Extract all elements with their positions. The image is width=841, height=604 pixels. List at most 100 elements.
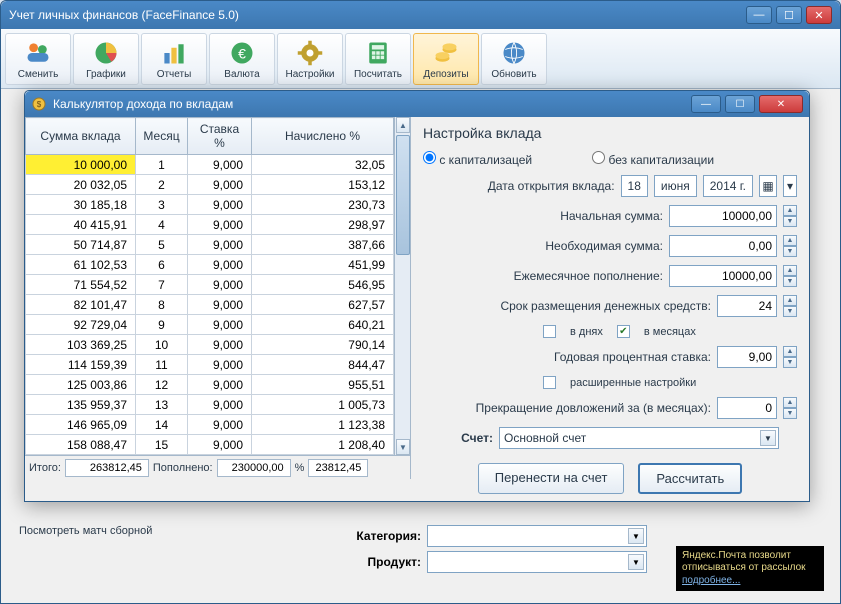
dialog-close-button[interactable]: ✕ [759,95,803,113]
cell-accrued: 640,21 [252,315,394,335]
term-input[interactable] [717,295,777,317]
main-minimize-button[interactable]: — [746,6,772,24]
annual-rate-input[interactable] [717,346,777,368]
product-select[interactable]: ▼ [427,551,647,573]
spin-up-icon[interactable]: ▲ [783,295,797,306]
table-row[interactable]: 92 729,0499,000640,21 [26,315,394,335]
table-row[interactable]: 146 965,09149,0001 123,38 [26,415,394,435]
table-row[interactable]: 158 088,47159,0001 208,40 [26,435,394,455]
calendar-icon[interactable]: ▦ [759,175,777,197]
col-rate[interactable]: Ставка % [188,118,252,155]
monthly-replenish-label: Ежемесячное пополнение: [423,269,663,283]
dialog-titlebar[interactable]: $ Калькулятор дохода по вкладам — ☐ ✕ [25,91,809,117]
scroll-down-icon[interactable]: ▼ [396,439,410,455]
dialog-maximize-button[interactable]: ☐ [725,95,755,113]
cell-rate: 9,000 [188,335,252,355]
spin-down-icon[interactable]: ▼ [783,357,797,368]
table-row[interactable]: 10 000,0019,00032,05 [26,155,394,175]
table-row[interactable]: 30 185,1839,000230,73 [26,195,394,215]
spin-up-icon[interactable]: ▲ [783,265,797,276]
toolbar-coins-button[interactable]: Депозиты [413,33,479,85]
main-maximize-button[interactable]: ☐ [776,6,802,24]
cell-month: 14 [136,415,188,435]
scroll-up-icon[interactable]: ▲ [396,117,410,133]
radio-capitalization[interactable]: с капитализацей [423,151,532,167]
toolbar-calculator-button[interactable]: Посчитать [345,33,411,85]
main-close-button[interactable]: ✕ [806,6,832,24]
spin-down-icon[interactable]: ▼ [783,246,797,257]
transfer-button[interactable]: Перенести на счет [478,463,625,494]
col-accrued[interactable]: Начислено % [252,118,394,155]
toolbar-chart-bar-button[interactable]: Отчеты [141,33,207,85]
table-row[interactable]: 61 102,5369,000451,99 [26,255,394,275]
scroll-thumb[interactable] [396,135,410,255]
required-sum-input[interactable] [669,235,777,257]
notification-tooltip[interactable]: Яндекс.Почта позволит отписываться от ра… [676,546,824,592]
toolbar-label: Настройки [285,69,334,80]
cell-accrued: 230,73 [252,195,394,215]
col-month[interactable]: Месяц [136,118,188,155]
spin-up-icon[interactable]: ▲ [783,346,797,357]
spin-up-icon[interactable]: ▲ [783,397,797,408]
table-row[interactable]: 103 369,25109,000790,14 [26,335,394,355]
chevron-down-icon: ▼ [628,554,644,570]
date-dropdown-icon[interactable]: ▾ [783,175,797,197]
cell-rate: 9,000 [188,275,252,295]
monthly-replenish-input[interactable] [669,265,777,287]
stop-replenish-input[interactable] [717,397,777,419]
radio-no-capitalization[interactable]: без капитализации [592,151,714,167]
chevron-down-icon: ▼ [760,430,776,446]
cell-sum: 82 101,47 [26,295,136,315]
table-scrollbar[interactable]: ▲ ▼ [394,117,410,455]
table-row[interactable]: 82 101,4789,000627,57 [26,295,394,315]
toolbar-chart-pie-button[interactable]: Графики [73,33,139,85]
table-row[interactable]: 71 554,5279,000546,95 [26,275,394,295]
account-select[interactable]: Основной счет ▼ [499,427,779,449]
spin-up-icon[interactable]: ▲ [783,235,797,246]
cell-accrued: 844,47 [252,355,394,375]
table-row[interactable]: 50 714,8759,000387,66 [26,235,394,255]
chart-pie-icon [92,39,120,67]
table-row[interactable]: 125 003,86129,000955,51 [26,375,394,395]
table-row[interactable]: 114 159,39119,000844,47 [26,355,394,375]
radio-nocap-input[interactable] [592,151,605,164]
cell-month: 3 [136,195,188,215]
dialog-minimize-button[interactable]: — [691,95,721,113]
spin-down-icon[interactable]: ▼ [783,306,797,317]
months-checkbox[interactable]: ✔ [617,325,630,338]
col-sum[interactable]: Сумма вклада [26,118,136,155]
cell-sum: 10 000,00 [26,155,136,175]
radio-cap-input[interactable] [423,151,436,164]
date-year[interactable]: 2014 г. [703,175,753,197]
spin-down-icon[interactable]: ▼ [783,408,797,419]
spin-down-icon[interactable]: ▼ [783,216,797,227]
tooltip-link[interactable]: подробнее... [682,575,740,586]
stop-replenish-label: Прекращение довложений за (в месяцах): [423,401,711,415]
toolbar-gear-button[interactable]: Настройки [277,33,343,85]
deposit-calculator-dialog: $ Калькулятор дохода по вкладам — ☐ ✕ Су… [24,90,810,502]
date-month[interactable]: июня [654,175,697,197]
cell-sum: 114 159,39 [26,355,136,375]
cell-sum: 92 729,04 [26,315,136,335]
settings-panel: Настройка вклада с капитализацей без кап… [411,117,809,479]
cell-sum: 125 003,86 [26,375,136,395]
initial-sum-input[interactable] [669,205,777,227]
cell-sum: 20 032,05 [26,175,136,195]
cell-rate: 9,000 [188,255,252,275]
date-day[interactable]: 18 [621,175,648,197]
toolbar-euro-button[interactable]: €Валюта [209,33,275,85]
table-row[interactable]: 40 415,9149,000298,97 [26,215,394,235]
table-row[interactable]: 20 032,0529,000153,12 [26,175,394,195]
table-row[interactable]: 135 959,37139,0001 005,73 [26,395,394,415]
spin-down-icon[interactable]: ▼ [783,276,797,287]
toolbar-users-button[interactable]: Сменить [5,33,71,85]
toolbar-globe-button[interactable]: Обновить [481,33,547,85]
advanced-checkbox[interactable] [543,376,556,389]
days-checkbox[interactable] [543,325,556,338]
category-select[interactable]: ▼ [427,525,647,547]
cell-rate: 9,000 [188,435,252,455]
bottom-hint[interactable]: Посмотреть матч сборной [19,525,152,537]
calculate-button[interactable]: Рассчитать [638,463,742,494]
spin-up-icon[interactable]: ▲ [783,205,797,216]
main-titlebar[interactable]: Учет личных финансов (FaceFinance 5.0) —… [1,1,840,29]
